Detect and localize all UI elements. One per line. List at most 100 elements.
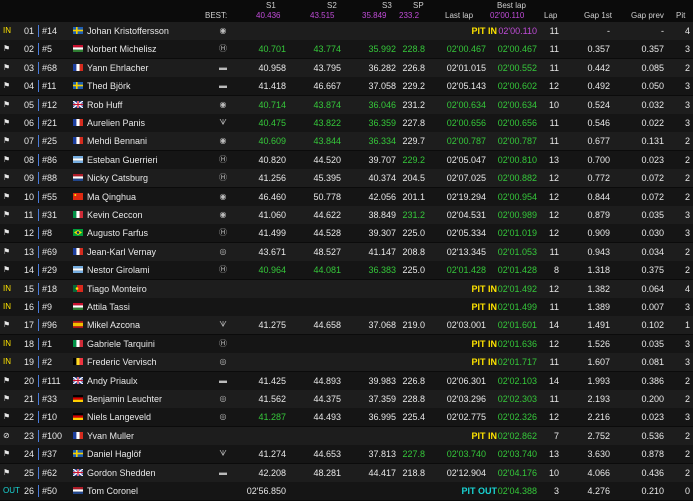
last-lap-time: 02'00.787 — [446, 136, 486, 147]
table-row[interactable]: OUT 26 #50 Tom Coronel PIT OUT 02'56.850 02'04… — [0, 482, 693, 500]
pit-stop-count: 3 — [684, 338, 690, 349]
last-lap-time: 02'12.904 — [446, 467, 486, 478]
nationality-flag-icon — [73, 45, 83, 53]
pit-stop-count: 2 — [684, 394, 690, 404]
nationality-flag-icon — [73, 413, 83, 421]
lap-count: 14 — [548, 320, 559, 331]
table-row[interactable]: ⚑ 24 #37 Daniel Haglöf ᗐ 41.274 44.653 37.813 22… — [0, 445, 693, 464]
nationality-flag-icon — [73, 211, 83, 218]
table-row[interactable]: ⚑ 21 #33 Benjamin Leuchter ◎ 41.562 44.375 37.3… — [0, 390, 693, 408]
manufacturer-logo-icon: ▬ — [219, 81, 227, 91]
race-status-flag-icon: ⚑ — [3, 191, 11, 201]
position: 09 — [24, 173, 35, 184]
table-row[interactable]: ⊘ 23 #100 Yvan Muller PIT IN 02'02.862 7 2.752 0… — [0, 426, 693, 445]
sector-3-time: 40.374 — [368, 173, 396, 184]
lap-count: 11 — [549, 26, 559, 36]
table-row[interactable]: IN 18 #1 Gabriele Tarquini Ⓗ PIT IN 02'01.636 1… — [0, 334, 693, 353]
gap-to-leader: 0.700 — [587, 154, 610, 165]
sector-2-time: 45.395 — [313, 173, 341, 184]
pit-in-status: PIT IN — [471, 357, 497, 368]
position: 25 — [24, 467, 35, 478]
gap-to-leader: 4.276 — [587, 486, 610, 496]
table-row[interactable]: ⚑ 07 #25 Mehdi Bennani ◉ 40.609 43.844 36.334 22… — [0, 132, 693, 151]
sector-2-time: 44.653 — [313, 449, 341, 460]
pit-stop-count: 2 — [684, 173, 690, 184]
pit-stop-count: 3 — [684, 81, 690, 92]
table-row[interactable]: ⚑ 12 #8 Augusto Farfus Ⓗ 41.499 44.528 39.307 22… — [0, 224, 693, 243]
race-status-flag-icon: ⚑ — [3, 173, 11, 183]
table-row[interactable]: ⚑ 06 #21 Aurelien Panis ᗐ 40.475 43.822 36.359 2… — [0, 114, 693, 132]
gap-to-previous: 0.357 — [641, 44, 664, 55]
speed: 229.2 — [402, 81, 425, 92]
table-row[interactable]: ⚑ 10 #55 Ma Qinghua ◉ 46.460 50.778 42.056 201.1… — [0, 187, 693, 206]
last-lap-time: 02'07.025 — [446, 173, 486, 184]
position: 03 — [24, 62, 35, 73]
gap-to-previous: 0.034 — [641, 246, 664, 257]
sector-3-time: 41.147 — [368, 246, 396, 257]
best-lap-time: 02'00.634 — [497, 99, 537, 110]
driver-name: Yann Ehrlacher — [87, 62, 149, 73]
last-lap-time: 02'05.143 — [446, 81, 486, 92]
position: 10 — [24, 191, 35, 202]
table-row[interactable]: IN 15 #18 Tiago Monteiro PIT IN 02'01.492 12 1.… — [0, 279, 693, 298]
speed: 229.2 — [402, 154, 425, 165]
table-row[interactable]: ⚑ 13 #69 Jean-Karl Vernay ◎ 43.671 48.527 41.14… — [0, 242, 693, 261]
header-gap-1st: Gap 1st — [584, 11, 613, 20]
driver-name: Kevin Ceccon — [87, 210, 143, 220]
car-number: #14 — [42, 26, 58, 36]
row-separator — [38, 25, 39, 37]
pit-in-status: PIT IN — [471, 26, 497, 36]
table-row[interactable]: ⚑ 11 #31 Kevin Ceccon ◉ 41.060 44.622 38.849 231… — [0, 206, 693, 224]
driver-name: Norbert Michelisz — [87, 44, 157, 55]
sector-3-time: 39.307 — [368, 228, 396, 239]
pit-stop-count: 3 — [684, 412, 690, 423]
sector-2-time: 43.774 — [313, 44, 341, 55]
table-row[interactable]: IN 01 #14 Johan Kristoffersson ◉ PIT IN 02'00.… — [0, 22, 693, 40]
manufacturer-logo-icon: ᗐ — [219, 118, 227, 127]
race-status-flag-icon: ⚑ — [3, 81, 11, 91]
row-separator — [38, 356, 39, 369]
table-row[interactable]: ⚑ 02 #5 Norbert Michelisz Ⓗ 40.701 43.774 35.99… — [0, 40, 693, 59]
car-number: #100 — [42, 430, 63, 441]
speed: 229.7 — [402, 136, 425, 147]
header-pit: Pit — [676, 11, 686, 20]
table-row[interactable]: ⚑ 22 #10 Niels Langeveld ◎ 41.287 44.493 36.995… — [0, 408, 693, 427]
row-separator — [38, 319, 39, 332]
driver-name: Benjamin Leuchter — [87, 394, 163, 404]
table-row[interactable]: ⚑ 25 #62 Gordon Shedden ▬ 42.208 48.281 44.417 2… — [0, 463, 693, 482]
sector-3-time: 44.417 — [368, 467, 396, 478]
pit-stop-count: 4 — [684, 283, 690, 294]
best-lap-time: 02'00.810 — [497, 154, 537, 165]
race-status-flag-icon: ⚑ — [3, 154, 11, 164]
table-row[interactable]: ⚑ 03 #68 Yann Ehrlacher ▬ 40.958 43.795 36.282 2… — [0, 58, 693, 77]
live-timing-table: S1 S2 S3 SP Best lap BEST: 40.436 43.515… — [0, 0, 693, 501]
pit-in-status: PIT IN — [471, 338, 497, 349]
sector-1-time: 41.425 — [258, 375, 286, 386]
position: 17 — [24, 320, 35, 331]
manufacturer-logo-icon: ▬ — [219, 62, 227, 72]
driver-name: Gordon Shedden — [87, 467, 156, 478]
table-row[interactable]: ⚑ 08 #86 Esteban Guerrieri Ⓗ 40.820 44.520 39.7… — [0, 150, 693, 169]
race-status-flag-icon: ⚑ — [3, 99, 11, 109]
gap-to-previous: 0.023 — [641, 154, 664, 165]
row-separator — [38, 117, 39, 129]
gap-to-leader: 1.382 — [587, 283, 610, 294]
table-row[interactable]: ⚑ 05 #12 Rob Huff ◉ 40.714 43.874 36.046 231.2 02… — [0, 95, 693, 114]
table-row[interactable]: IN 19 #2 Frederic Vervisch ◎ PIT IN 02'01.717 1… — [0, 353, 693, 372]
best-lap-time: 02'00.787 — [497, 136, 537, 147]
pit-in-status: PIT IN — [471, 283, 497, 294]
table-row[interactable]: ⚑ 04 #11 Thed Björk ▬ 41.418 46.667 37.058 229.2… — [0, 77, 693, 96]
table-row[interactable]: ⚑ 09 #88 Nicky Catsburg Ⓗ 41.256 45.395 40.374 2… — [0, 169, 693, 188]
table-row[interactable]: ⚑ 20 #111 Andy Priaulx ▬ 41.425 44.893 39.983 22… — [0, 371, 693, 390]
position: 24 — [24, 449, 35, 460]
table-row[interactable]: ⚑ 14 #29 Nestor Girolami Ⓗ 40.964 44.081 36.383… — [0, 261, 693, 280]
sector-2-time: 43.844 — [313, 136, 341, 147]
table-row[interactable]: ⚑ 17 #96 Mikel Azcona ᗐ 41.275 44.658 37.068 219… — [0, 316, 693, 335]
car-number: #68 — [42, 62, 58, 73]
lap-count: 10 — [548, 99, 559, 110]
car-number: #25 — [42, 136, 58, 147]
table-row[interactable]: IN 16 #9 Attila Tassi PIT IN 02'01.499 11 1.389… — [0, 298, 693, 316]
nationality-flag-icon — [73, 450, 83, 458]
header-best-lap-title: Best lap — [497, 1, 526, 10]
sector-2-time: 43.874 — [313, 99, 341, 110]
